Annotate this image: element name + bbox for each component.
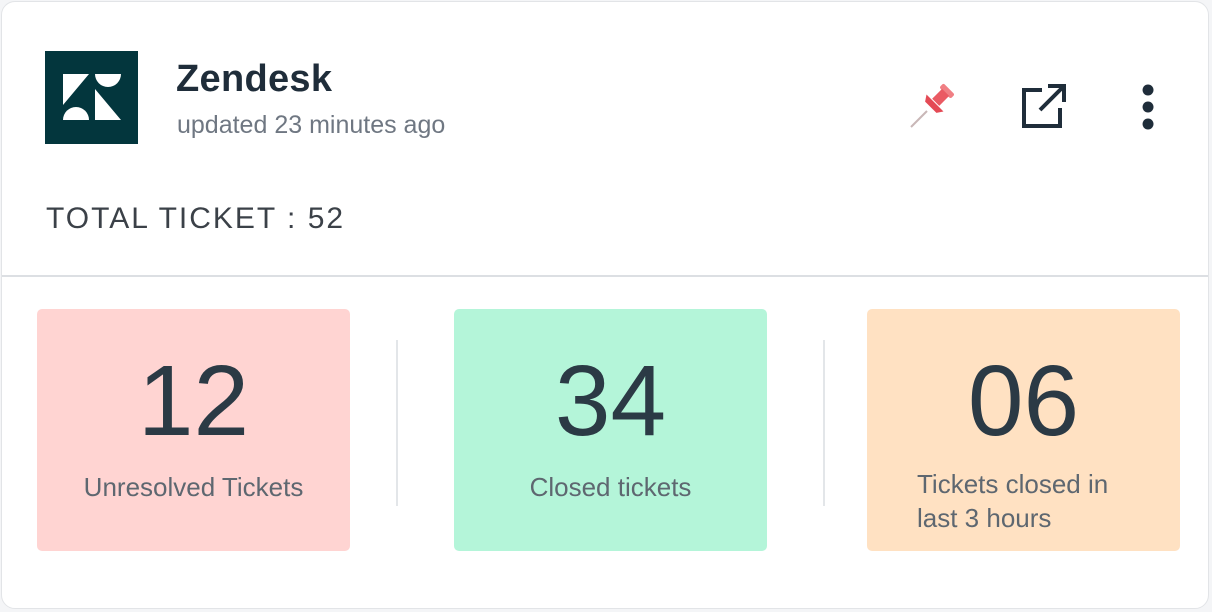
stat-closed-last-3-hours[interactable]: 06 Tickets closed in last 3 hours xyxy=(867,309,1180,551)
stat-separator xyxy=(823,340,825,506)
pin-icon xyxy=(910,84,954,128)
stat-separator xyxy=(396,340,398,506)
stat-unresolved-tickets[interactable]: 12 Unresolved Tickets xyxy=(37,309,350,551)
zendesk-logo-icon xyxy=(62,73,121,120)
pin-button[interactable] xyxy=(904,78,960,134)
stat-label: Unresolved Tickets xyxy=(83,472,304,502)
zendesk-logo xyxy=(45,51,138,144)
zendesk-widget-card: Zendesk updated 23 minutes ago TOTAL TIC… xyxy=(1,1,1209,609)
stat-closed-tickets[interactable]: 34 Closed tickets xyxy=(454,309,767,551)
open-external-icon xyxy=(1022,84,1066,128)
stat-value: 34 xyxy=(554,345,667,457)
stat-value: 06 xyxy=(967,345,1080,457)
updated-timestamp: updated 23 minutes ago xyxy=(177,111,446,139)
divider xyxy=(2,275,1208,277)
open-external-button[interactable] xyxy=(1016,78,1072,134)
stat-label: Tickets closed in last 3 hours xyxy=(917,469,1109,533)
stat-value: 12 xyxy=(137,345,250,457)
widget-header: Zendesk updated 23 minutes ago xyxy=(2,2,1208,144)
stat-label: Closed tickets xyxy=(529,472,692,502)
more-vertical-icon xyxy=(1142,84,1154,130)
more-options-button[interactable] xyxy=(1120,78,1176,134)
app-title: Zendesk xyxy=(176,58,333,100)
total-ticket-count: TOTAL TICKET : 52 xyxy=(46,202,346,235)
